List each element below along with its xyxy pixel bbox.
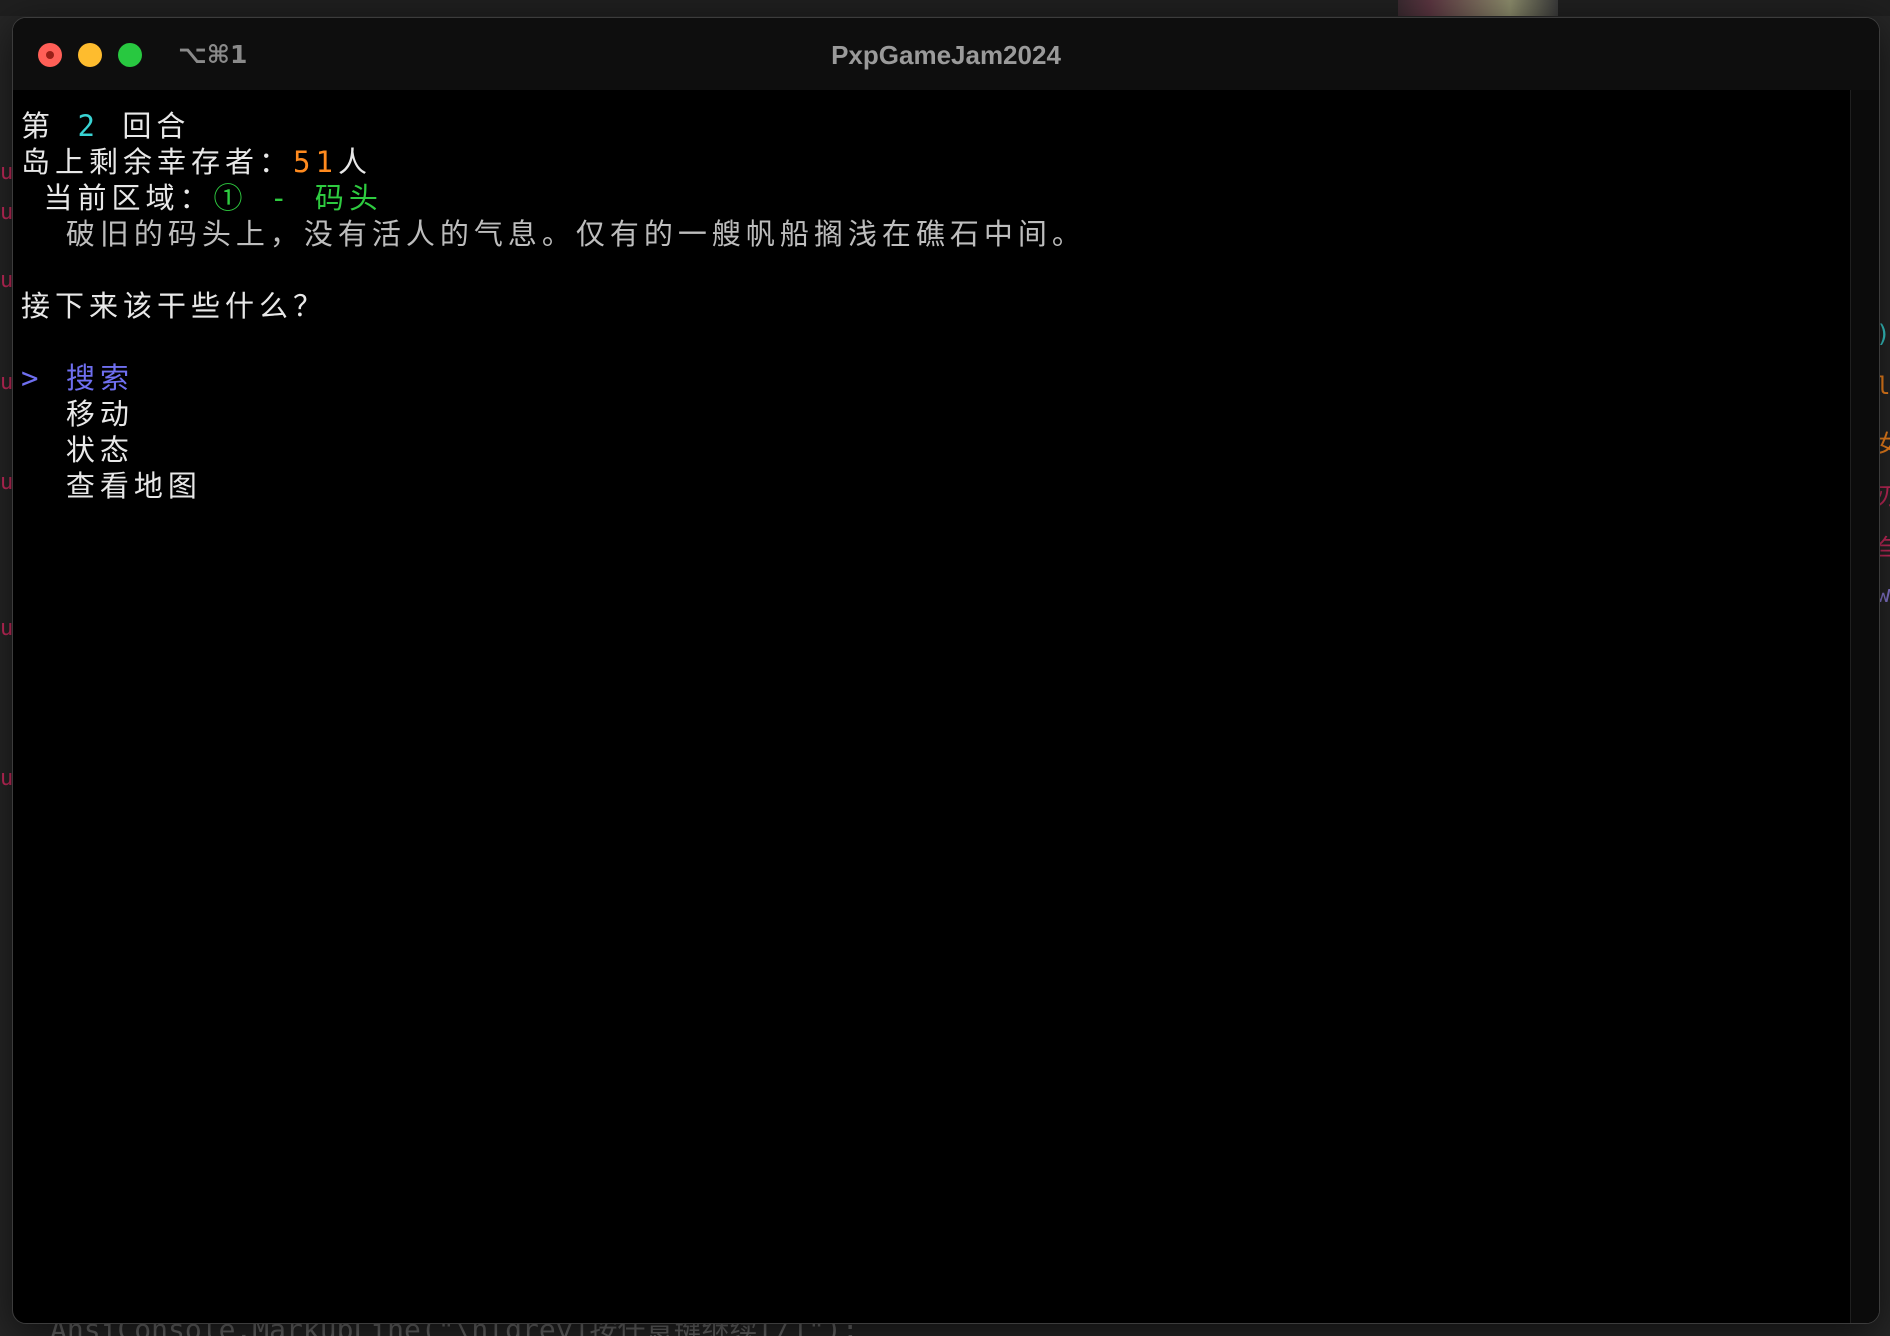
gutter-marker: u [0,470,14,495]
terminal-output[interactable]: 第 2 回合 岛上剩余幸存者：51人 当前区域：① - 码头 破旧的码头上，没有… [21,108,1839,1323]
menu-item-view-map[interactable]: 查看地图 [21,468,1839,504]
menu-item-move[interactable]: 移动 [21,396,1839,432]
area-line: 当前区域：① - 码头 [21,180,1839,216]
gutter-marker: u [0,616,14,641]
menu-item-status[interactable]: 状态 [21,432,1839,468]
area-label: 当前区域： [43,181,214,215]
background-window-thumbnail [1398,0,1558,16]
gutter-marker: u [0,268,14,293]
survivors-line: 岛上剩余幸存者：51人 [21,144,1839,180]
survivors-count: 51 [293,145,338,179]
survivors-label: 岛上剩余幸存者： [21,145,294,179]
terminal-window[interactable]: ⌥⌘1 PxpGameJam2024 第 2 回合 岛上剩余幸存者：51人 当前… [12,17,1880,1324]
round-number: 2 [77,109,100,143]
menu-item-label: 查看地图 [65,469,202,503]
gutter-marker: u [0,200,14,225]
terminal-scrollbar[interactable] [1850,90,1879,1323]
gutter-marker: u [0,160,14,185]
area-description-text: 破旧的码头上，没有活人的气息。仅有的一艘帆船搁浅在礁石中间。 [65,217,1086,251]
menu-item-label: 搜索 [65,361,134,395]
area-description: 破旧的码头上，没有活人的气息。仅有的一艘帆船搁浅在礁石中间。 [21,216,1839,252]
gutter-marker: u [0,370,14,395]
gutter-marker: u [0,766,14,791]
menu-item-search[interactable]: > 搜索 [21,360,1839,396]
round-line: 第 2 回合 [21,108,1839,144]
background-editor-topbar [0,0,1890,16]
title-bar[interactable]: ⌥⌘1 PxpGameJam2024 [13,18,1879,90]
prompt-line: 接下来该干些什么？ [21,289,328,323]
area-value: ① - 码头 [213,181,383,215]
survivors-unit: 人 [337,145,372,179]
selection-cursor: > [21,361,44,395]
round-prefix: 第 [21,109,56,143]
round-suffix: 回合 [122,109,191,143]
window-title: PxpGameJam2024 [831,40,1061,70]
menu-item-label: 移动 [65,397,134,431]
menu-item-label: 状态 [65,433,134,467]
